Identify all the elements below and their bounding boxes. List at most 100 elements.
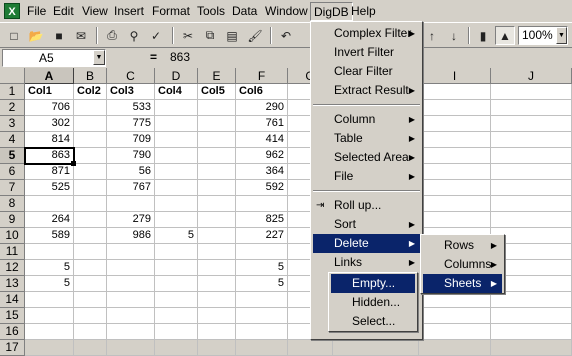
row-header[interactable]: 2 [0,100,25,116]
cell[interactable] [491,292,572,308]
cell[interactable]: 814 [25,132,74,148]
cell[interactable] [419,292,491,308]
row-header[interactable]: 11 [0,244,25,260]
cell[interactable]: Col6 [236,84,288,100]
cell[interactable] [155,180,198,196]
cell[interactable] [491,324,572,340]
menu-item-invert-filter[interactable]: Invert Filter [313,43,420,62]
cell[interactable] [491,212,572,228]
cell[interactable] [25,340,74,356]
cell[interactable] [236,340,288,356]
menu-item-complex-filter[interactable]: Complex Filter ▶ [313,24,420,43]
column-header[interactable]: F [236,68,288,84]
row-header[interactable]: 10 [0,228,25,244]
cell[interactable] [198,148,236,164]
cell[interactable] [491,180,572,196]
cell[interactable] [419,132,491,148]
cell[interactable] [236,196,288,212]
cell[interactable] [419,148,491,164]
menu-format[interactable]: Format [152,4,190,19]
cell[interactable] [198,260,236,276]
cell[interactable] [25,244,74,260]
chevron-down-icon[interactable]: ▼ [556,27,567,44]
submenu-item-rows[interactable]: Rows ▶ [423,236,502,255]
cell[interactable]: 761 [236,116,288,132]
cell[interactable]: 5 [25,276,74,292]
cell[interactable] [155,148,198,164]
cell[interactable] [155,292,198,308]
cell[interactable] [25,324,74,340]
menu-item-delete[interactable]: Delete ▶ [313,234,420,253]
cell[interactable] [198,308,236,324]
menu-item-sort[interactable]: Sort ▶ [313,215,420,234]
cell[interactable]: 414 [236,132,288,148]
column-header[interactable]: I [419,68,491,84]
row-header[interactable]: 6 [0,164,25,180]
cell[interactable] [419,84,491,100]
cell[interactable] [155,100,198,116]
menu-digdb[interactable]: DigDB [310,2,353,21]
open-folder-icon[interactable]: 📂 [26,26,46,45]
print-icon[interactable]: ⎙ [102,26,122,45]
row-header[interactable]: 15 [0,308,25,324]
cell[interactable] [155,164,198,180]
cell[interactable] [107,196,155,212]
row-header[interactable]: 14 [0,292,25,308]
chevron-down-icon[interactable]: ▼ [93,50,105,65]
column-header[interactable]: B [74,68,107,84]
cell[interactable]: 825 [236,212,288,228]
formula-input[interactable]: 863 [170,50,190,64]
cell[interactable] [198,228,236,244]
cell[interactable]: 706 [25,100,74,116]
cell[interactable] [491,148,572,164]
cell[interactable] [198,292,236,308]
sort-descending-icon[interactable]: ↓ [444,26,464,45]
menu-window[interactable]: Window [265,4,308,19]
menu-insert[interactable]: Insert [114,4,144,19]
spelling-icon[interactable]: ✓ [146,26,166,45]
cell[interactable]: 56 [107,164,155,180]
cell[interactable]: 5 [155,228,198,244]
cell[interactable] [107,308,155,324]
cell[interactable] [155,324,198,340]
cell[interactable] [419,100,491,116]
cell[interactable] [155,276,198,292]
row-header[interactable]: 13 [0,276,25,292]
cell[interactable] [107,276,155,292]
chart-wizard-icon[interactable]: ▮ [473,26,493,45]
cell[interactable] [491,340,572,356]
cell[interactable]: 290 [236,100,288,116]
cell[interactable] [155,116,198,132]
cell[interactable] [419,164,491,180]
cell[interactable] [333,340,419,356]
cell[interactable] [236,308,288,324]
menu-item-table[interactable]: Table ▶ [313,129,420,148]
row-header[interactable]: 17 [0,340,25,356]
cell[interactable] [107,324,155,340]
cell[interactable] [74,100,107,116]
drawing-icon[interactable]: ▲ [495,26,515,45]
cell[interactable] [198,116,236,132]
cell[interactable] [74,164,107,180]
menu-tools[interactable]: Tools [197,4,225,19]
cell[interactable]: 525 [25,180,74,196]
column-header[interactable]: J [491,68,572,84]
cell[interactable] [74,292,107,308]
cell[interactable] [74,212,107,228]
cut-icon[interactable]: ✂ [178,26,198,45]
cell[interactable] [491,116,572,132]
cell[interactable] [419,324,491,340]
cell[interactable] [74,180,107,196]
cell[interactable] [491,132,572,148]
cell[interactable] [198,324,236,340]
paste-icon[interactable]: ▤ [222,26,242,45]
cell[interactable] [198,196,236,212]
submenu-item-columns[interactable]: Columns ▶ [423,255,502,274]
cell[interactable] [419,116,491,132]
cell[interactable] [74,260,107,276]
cell[interactable] [491,308,572,324]
fill-handle[interactable] [71,161,76,166]
menu-item-selected-area[interactable]: Selected Area ▶ [313,148,420,167]
cell[interactable] [236,292,288,308]
column-header[interactable]: A [25,68,74,84]
